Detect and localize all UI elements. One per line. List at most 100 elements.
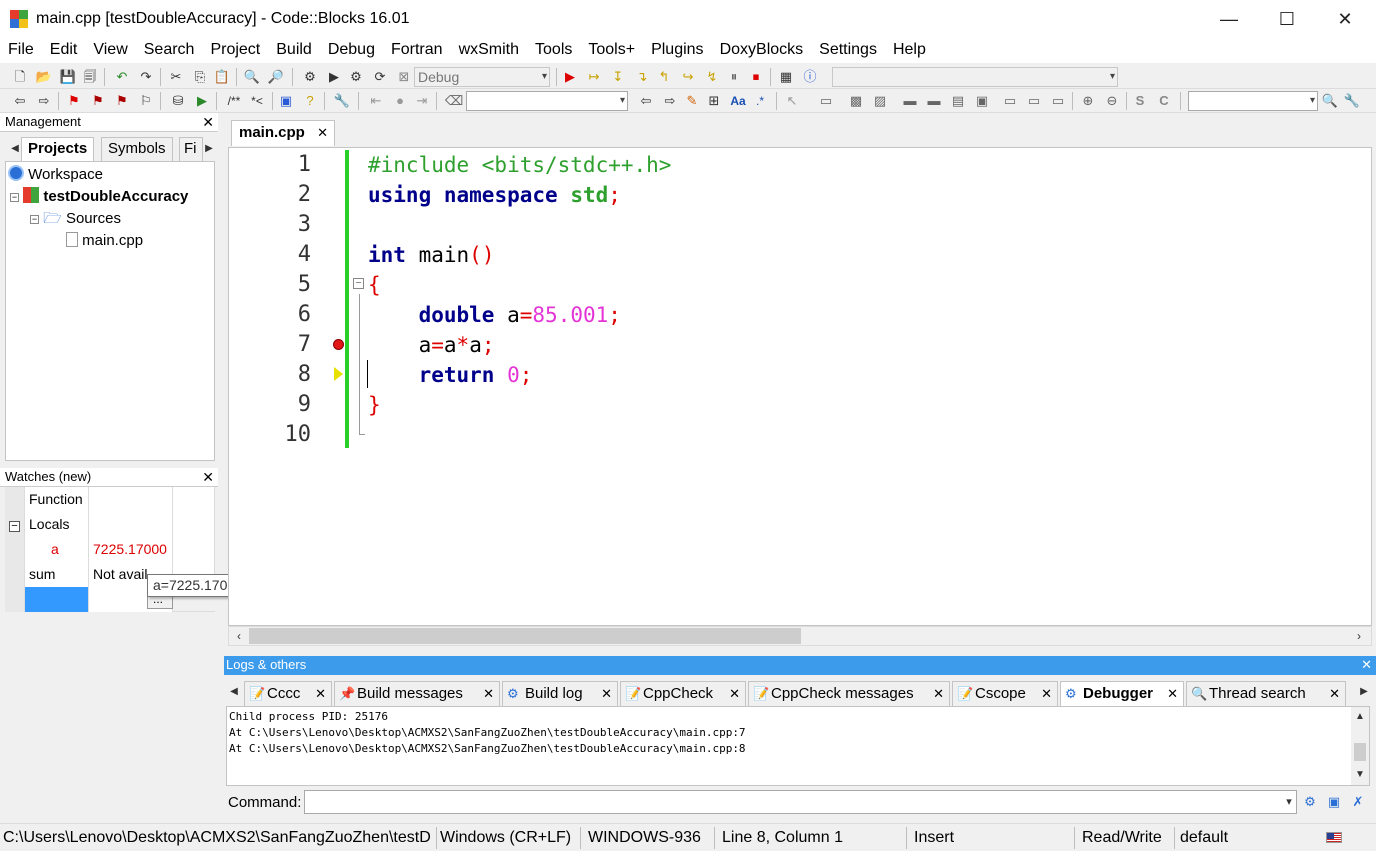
- collapse-icon[interactable]: −: [30, 215, 39, 224]
- breakpoint-icon[interactable]: [333, 339, 344, 350]
- build-target-select[interactable]: Debug ▾: [414, 67, 550, 87]
- extract-docs-icon[interactable]: ▣: [278, 93, 294, 109]
- load-script-icon[interactable]: ▣: [1326, 794, 1342, 810]
- pause-icon[interactable]: ⏸: [726, 69, 742, 85]
- watch-row-function[interactable]: Function: [5, 487, 215, 512]
- close-icon[interactable]: ✕: [1329, 682, 1340, 706]
- close-icon[interactable]: ✕: [729, 682, 740, 706]
- jump-back-icon[interactable]: ⇦: [12, 93, 28, 109]
- watch-new-name-input[interactable]: [25, 587, 89, 612]
- search-next-icon[interactable]: ⇨: [662, 93, 678, 109]
- tab-build-log[interactable]: ⚙ Build log ✕: [502, 681, 618, 706]
- close-icon[interactable]: ✕: [1361, 656, 1372, 674]
- paste-icon[interactable]: 📋: [214, 69, 230, 85]
- log-vertical-scrollbar[interactable]: ▲ ▼: [1351, 707, 1369, 785]
- abort-icon[interactable]: ⊠: [396, 69, 412, 85]
- symbol-c-button[interactable]: C: [1156, 93, 1172, 109]
- tab-debugger[interactable]: ⚙ Debugger ✕: [1060, 681, 1184, 706]
- scrollbar-thumb[interactable]: [249, 628, 801, 644]
- rebuild-icon[interactable]: ⟳: [372, 69, 388, 85]
- incremental-search-input[interactable]: ▾: [466, 91, 628, 111]
- tabs-right-arrow-icon[interactable]: ▶: [201, 141, 217, 157]
- menu-plugins[interactable]: Plugins: [643, 38, 711, 63]
- rectangle-icon[interactable]: ▭: [818, 93, 834, 109]
- undo-icon[interactable]: ↶: [114, 69, 130, 85]
- menu-build[interactable]: Build: [268, 38, 320, 63]
- menu-help[interactable]: Help: [885, 38, 934, 63]
- menu-tools-plus[interactable]: Tools+: [580, 38, 643, 63]
- scroll-left-icon[interactable]: ‹: [231, 628, 247, 644]
- command-input[interactable]: ▾: [304, 790, 1297, 814]
- close-icon[interactable]: ✕: [483, 682, 494, 706]
- shape3-icon[interactable]: ▤: [950, 93, 966, 109]
- image-icon[interactable]: ▩: [848, 93, 864, 109]
- next-instruction-icon[interactable]: ↪: [680, 69, 696, 85]
- zoom-in-icon[interactable]: ⊕: [1080, 93, 1096, 109]
- tools-icon[interactable]: 🔧: [1344, 93, 1360, 109]
- watch-row-a[interactable]: a 7225.17000: [5, 537, 215, 562]
- code-editor[interactable]: 1 2 3 4 5 6 7 8 9 10 − #include <bits/st…: [228, 147, 1372, 626]
- symbol-s-button[interactable]: S: [1132, 93, 1148, 109]
- menu-tools[interactable]: Tools: [527, 38, 580, 63]
- close-icon[interactable]: ✕: [933, 682, 944, 706]
- tabs-right-arrow-icon[interactable]: ▶: [1356, 684, 1372, 700]
- save-all-icon[interactable]: 🗐: [82, 69, 98, 85]
- close-icon[interactable]: ✕: [1041, 682, 1052, 706]
- menu-search[interactable]: Search: [136, 38, 203, 63]
- close-icon[interactable]: ✕: [317, 121, 328, 145]
- menu-debug[interactable]: Debug: [320, 38, 383, 63]
- clear-search-icon[interactable]: ⌫: [445, 93, 463, 109]
- close-icon[interactable]: ✕: [202, 468, 214, 486]
- build-and-run-icon[interactable]: ⚙: [348, 69, 364, 85]
- tree-project[interactable]: − testDoubleAccuracy: [10, 186, 188, 208]
- scroll-up-icon[interactable]: ▲: [1352, 709, 1368, 725]
- next-line-icon[interactable]: ↧: [610, 69, 626, 85]
- wrench-icon[interactable]: 🔧: [334, 93, 350, 109]
- prev-marker-icon[interactable]: ⇤: [368, 93, 384, 109]
- debugger-log[interactable]: Child process PID: 25176 At C:\Users\Len…: [226, 706, 1370, 786]
- regex-button[interactable]: .*: [752, 93, 768, 109]
- code-completion-scope-select[interactable]: ▾: [832, 67, 1118, 87]
- help-icon[interactable]: ?: [302, 93, 318, 109]
- clear-bookmarks-icon[interactable]: ⚐: [138, 93, 154, 109]
- line-comment-button[interactable]: *<: [248, 93, 266, 109]
- menu-wxsmith[interactable]: wxSmith: [451, 38, 527, 63]
- tree-file-main-cpp[interactable]: main.cpp: [66, 230, 143, 252]
- tab-main-cpp[interactable]: main.cpp ✕: [231, 120, 335, 146]
- close-icon[interactable]: ✕: [1167, 682, 1178, 706]
- scrollbar-thumb[interactable]: [1354, 743, 1366, 761]
- menu-view[interactable]: View: [85, 38, 135, 63]
- find-icon[interactable]: 🔍: [244, 69, 260, 85]
- tabs-left-arrow-icon[interactable]: ◀: [226, 684, 242, 700]
- replace-icon[interactable]: 🔎: [268, 69, 284, 85]
- run-to-cursor-icon[interactable]: ↦: [586, 69, 602, 85]
- jump-forward-icon[interactable]: ⇨: [36, 93, 52, 109]
- clear-log-icon[interactable]: ✗: [1350, 794, 1366, 810]
- open-file-icon[interactable]: 📂: [36, 69, 52, 85]
- tab-symbols[interactable]: Symbols: [101, 137, 173, 161]
- close-icon[interactable]: ✕: [315, 682, 326, 706]
- tab-cppcheck-messages[interactable]: 📝 CppCheck messages ✕: [748, 681, 950, 706]
- redo-icon[interactable]: ↷: [138, 69, 154, 85]
- step-into-instruction-icon[interactable]: ↯: [704, 69, 720, 85]
- menu-project[interactable]: Project: [202, 38, 268, 63]
- search-prev-icon[interactable]: ⇦: [638, 93, 654, 109]
- step-into-icon[interactable]: ↴: [634, 69, 650, 85]
- menu-doxyblocks[interactable]: DoxyBlocks: [712, 38, 812, 63]
- minimize-button[interactable]: —: [1200, 0, 1258, 38]
- selection-only-icon[interactable]: ⊞: [706, 93, 722, 109]
- save-icon[interactable]: 💾: [60, 69, 76, 85]
- close-icon[interactable]: ✕: [601, 682, 612, 706]
- tab-cppcheck[interactable]: 📝 CppCheck ✕: [620, 681, 746, 706]
- shape5-icon[interactable]: ▭: [1002, 93, 1018, 109]
- scroll-right-icon[interactable]: ›: [1351, 628, 1367, 644]
- match-case-button[interactable]: Aa: [728, 93, 748, 109]
- menu-file[interactable]: File: [0, 38, 42, 63]
- debugging-windows-icon[interactable]: ▦: [778, 69, 794, 85]
- collapse-icon[interactable]: −: [5, 512, 25, 537]
- highlight-icon[interactable]: ✎: [684, 93, 700, 109]
- maximize-button[interactable]: ☐: [1258, 0, 1316, 38]
- fold-toggle-icon[interactable]: −: [353, 278, 364, 289]
- info-icon[interactable]: ⓘ: [802, 69, 818, 85]
- shape6-icon[interactable]: ▭: [1026, 93, 1042, 109]
